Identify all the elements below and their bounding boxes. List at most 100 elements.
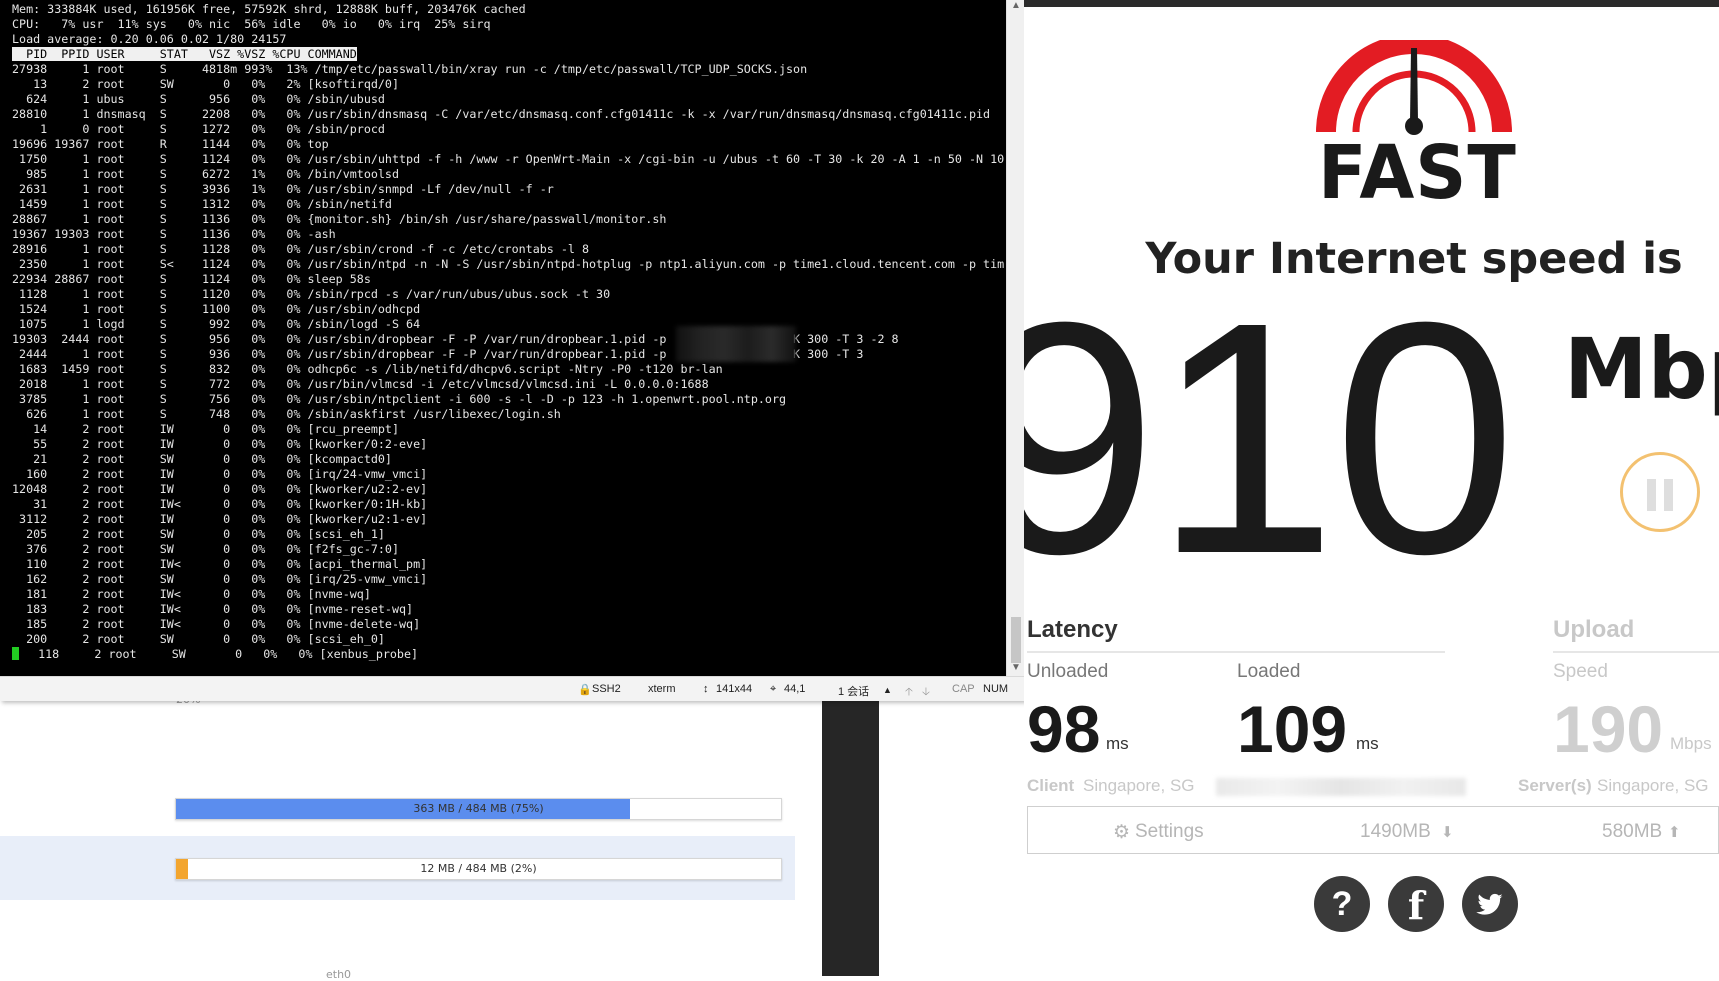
speed-value: 910 [1024, 253, 1517, 622]
process-row: 28810 1 dnsmasq S 2208 0% 0% /usr/sbin/d… [12, 107, 991, 121]
process-row: 12048 2 root IW 0 0% 0% [kworker/u2:2-ev… [12, 482, 428, 496]
process-row: 2018 1 root S 772 0% 0% /usr/bin/vlmcsd … [12, 377, 709, 391]
gear-icon[interactable]: ⚙ [1113, 821, 1130, 844]
settings-bar: ⚙ Settings 1490MB ⬇ 580MB ⬆ [1027, 806, 1719, 854]
process-row: 185 2 root IW< 0 0% 0% [nvme-delete-wq] [12, 617, 421, 631]
cursor-position-status: 44,1 [784, 683, 806, 695]
client-location: Singapore, SG [1083, 776, 1195, 795]
terminal-size-status: 141x44 [716, 683, 753, 695]
interface-label: eth0 [326, 968, 352, 981]
scroll-down-icon[interactable]: ▼ [1007, 662, 1025, 673]
settings-link[interactable]: Settings [1135, 821, 1204, 843]
download-size: 1490MB [1360, 821, 1431, 842]
summary-line: Mem: 333884K used, 161956K free, 57592K … [12, 2, 526, 16]
fast-wordmark: FAST [1318, 130, 1517, 216]
process-row: 28916 1 root S 1128 0% 0% /usr/sbin/cron… [12, 242, 589, 256]
process-row: 985 1 root S 6272 1% 0% /bin/vmtoolsd [12, 167, 400, 181]
latency-title: Latency [1027, 616, 1118, 643]
lock-icon: 🔒 [578, 684, 592, 696]
process-row: 2444 1 root S 936 0% 0% /usr/sbin/dropbe… [12, 347, 864, 361]
process-row: 1750 1 root S 1124 0% 0% /usr/sbin/uhttp… [12, 152, 1005, 166]
process-row: 2350 1 root S< 1124 0% 0% /usr/sbin/ntpd… [12, 257, 1005, 271]
loaded-latency-value: 109 [1237, 692, 1348, 766]
num-lock-indicator: NUM [983, 683, 1009, 695]
sessions-status[interactable]: 1 会话 [838, 683, 869, 699]
process-row: 3785 1 root S 756 0% 0% /usr/sbin/ntpcli… [12, 392, 787, 406]
swap-bar-row: 12 MB / 484 MB (2%) [0, 836, 795, 900]
process-row: 110 2 root IW< 0 0% 0% [acpi_thermal_pm] [12, 557, 428, 571]
unloaded-latency-unit: ms [1106, 734, 1129, 753]
unloaded-label: Unloaded [1027, 661, 1109, 682]
process-row: 160 2 root IW 0 0% 0% [irq/24-vmw_vmci] [12, 467, 428, 481]
process-row: 19696 19367 root R 1144 0% 0% top [12, 137, 329, 151]
process-row: 183 2 root IW< 0 0% 0% [nvme-reset-wq] [12, 602, 414, 616]
loaded-latency-unit: ms [1356, 734, 1379, 753]
process-row: 19303 2444 root S 956 0% 0% /usr/sbin/dr… [12, 332, 899, 346]
summary-line: Load average: 0.20 0.06 0.02 1/80 24157 [12, 32, 287, 46]
pause-icon-bar [1664, 479, 1673, 511]
scrollbar-thumb[interactable] [1011, 617, 1021, 663]
process-row: 55 2 root IW 0 0% 0% [kworker/0:2-eve] [12, 437, 428, 451]
process-row: 27938 1 root S 4818m 993% 13% /tmp/etc/p… [12, 62, 808, 76]
servers-label: Server(s) [1518, 776, 1592, 795]
browser-top-edge [1024, 0, 1719, 7]
upload-title: Upload [1553, 616, 1635, 643]
process-row-text: 118 2 root SW 0 0% 0% [xenbus_probe] [24, 647, 419, 661]
memory-usage-bar: 363 MB / 484 MB (75%) [175, 798, 782, 820]
protocol-status: SSH2 [592, 683, 621, 695]
terminal-screen[interactable]: Mem: 333884K used, 161956K free, 57592K … [0, 0, 1006, 676]
swap-usage-bar: 12 MB / 484 MB (2%) [175, 858, 782, 880]
upload-divider [1553, 651, 1719, 653]
swap-usage-label: 12 MB / 484 MB (2%) [420, 862, 537, 875]
terminal-window[interactable]: Mem: 333884K used, 161956K free, 57592K … [0, 0, 1025, 701]
pause-button[interactable] [1620, 452, 1700, 532]
process-row: 205 2 root SW 0 0% 0% [scsi_eh_1] [12, 527, 385, 541]
facebook-icon[interactable]: f [1388, 876, 1444, 932]
background-window-strip [822, 700, 879, 976]
speed-unit: Mbps [1564, 320, 1719, 418]
upload-speed-label: Speed [1553, 661, 1608, 682]
twitter-icon[interactable] [1462, 876, 1518, 932]
process-row: 3112 2 root IW 0 0% 0% [kworker/u2:1-ev] [12, 512, 428, 526]
redacted-port-area [676, 326, 796, 362]
process-row: 1128 1 root S 1120 0% 0% /sbin/rpcd -s /… [12, 287, 611, 301]
pause-icon [1647, 479, 1656, 511]
process-row: 376 2 root SW 0 0% 0% [f2fs_gc-7:0] [12, 542, 400, 556]
process-row: 22934 28867 root S 1124 0% 0% sleep 58s [12, 272, 371, 286]
sessions-dropdown-icon[interactable]: ▲ [883, 685, 892, 695]
process-row: 2631 1 root S 3936 1% 0% /usr/sbin/snmpd… [12, 182, 554, 196]
process-row: 200 2 root SW 0 0% 0% [scsi_eh_0] [12, 632, 385, 646]
process-row: 118 2 root SW 0 0% 0% [xenbus_probe] [12, 647, 1006, 662]
top-output: Mem: 333884K used, 161956K free, 57592K … [0, 0, 1006, 662]
process-row: 14 2 root IW 0 0% 0% [rcu_preempt] [12, 422, 400, 436]
process-row: 626 1 root S 748 0% 0% /sbin/askfirst /u… [12, 407, 561, 421]
servers-location: Singapore, SG [1597, 776, 1709, 795]
latency-divider [1027, 651, 1445, 653]
caps-lock-indicator: CAP [952, 683, 975, 695]
loaded-label: Loaded [1237, 661, 1301, 682]
client-label: Client [1027, 776, 1075, 795]
upload-speed-unit: Mbps [1670, 734, 1712, 753]
help-icon[interactable]: ? [1314, 876, 1370, 932]
terminal-scrollbar[interactable]: ▲ ▼ [1006, 0, 1025, 676]
process-row: 1524 1 root S 1100 0% 0% /usr/sbin/odhcp… [12, 302, 421, 316]
unloaded-latency-value: 98 [1027, 692, 1101, 766]
process-row: 1 0 root S 1272 0% 0% /sbin/procd [12, 122, 385, 136]
prev-arrow-icon[interactable]: 🡡 [905, 683, 913, 702]
process-row: 181 2 root IW< 0 0% 0% [nvme-wq] [12, 587, 371, 601]
fast-speedtest-panel: FAST Your Internet speed is 910 Mbps Lat… [1024, 0, 1719, 976]
process-row: 1075 1 logd S 992 0% 0% /sbin/logd -S 64 [12, 317, 421, 331]
process-row: 13 2 root SW 0 0% 2% [ksoftirqd/0] [12, 77, 400, 91]
next-arrow-icon[interactable]: 🡣 [922, 683, 930, 702]
terminal-type-status: xterm [648, 683, 676, 695]
upload-size: 580MB [1602, 821, 1663, 842]
upload-arrow-icon: ⬆ [1668, 824, 1681, 841]
process-table-header: PID PPID USER STAT VSZ %VSZ %CPU COMMAND [12, 47, 357, 61]
terminal-cursor [12, 647, 19, 660]
process-row: 31 2 root IW< 0 0% 0% [kworker/0:1H-kb] [12, 497, 428, 511]
terminal-status-bar: 🔒 SSH2 xterm ↕ 141x44 ⌖ 44,1 1 会话 ▲ 🡡 🡣 … [0, 676, 1024, 701]
scroll-up-icon[interactable]: ▲ [1007, 0, 1025, 11]
process-row: 162 2 root SW 0 0% 0% [irq/25-vmw_vmci] [12, 572, 428, 586]
process-row: 19367 19303 root S 1136 0% 0% -ash [12, 227, 336, 241]
upload-speed-value: 190 [1553, 692, 1664, 766]
